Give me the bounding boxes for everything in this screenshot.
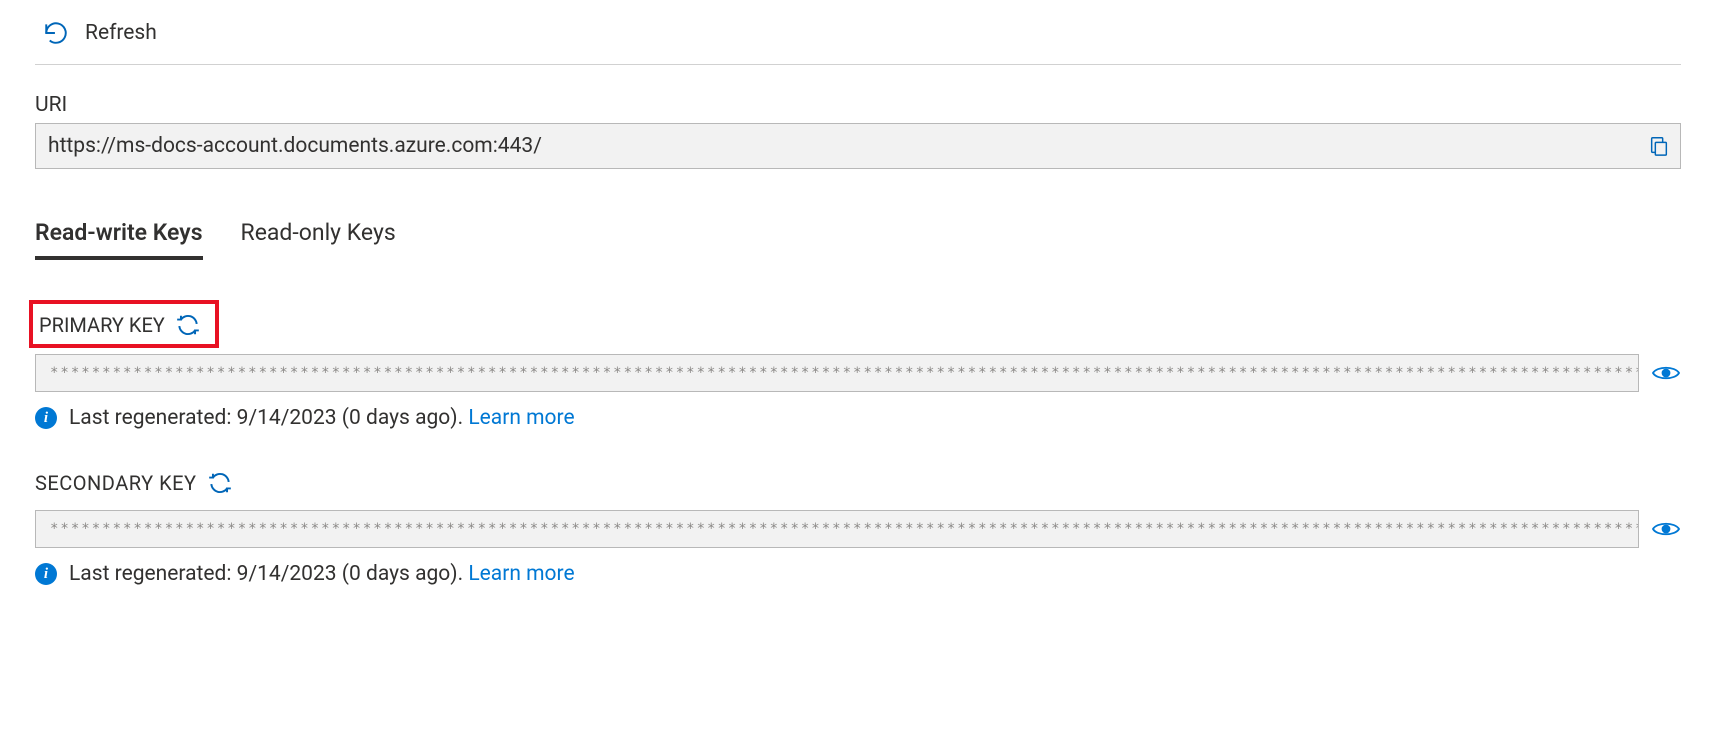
secondary-key-field[interactable]: ****************************************…	[35, 510, 1639, 548]
secondary-learn-more-link[interactable]: Learn more	[468, 562, 574, 586]
secondary-key-section: SECONDARY KEY **************************…	[35, 470, 1681, 586]
secondary-key-header: SECONDARY KEY	[35, 470, 233, 496]
tabs: Read-write Keys Read-only Keys	[35, 219, 1681, 260]
uri-value: https://ms-docs-account.documents.azure.…	[48, 134, 542, 158]
info-icon: i	[35, 563, 57, 585]
primary-learn-more-link[interactable]: Learn more	[468, 406, 574, 430]
primary-info-row: i Last regenerated: 9/14/2023 (0 days ag…	[35, 406, 1681, 430]
primary-key-label: PRIMARY KEY	[39, 313, 165, 337]
tab-read-only-keys[interactable]: Read-only Keys	[241, 219, 396, 260]
refresh-icon	[43, 20, 69, 46]
refresh-label: Refresh	[85, 21, 157, 45]
tab-read-write-keys[interactable]: Read-write Keys	[35, 219, 203, 260]
info-icon: i	[35, 407, 57, 429]
primary-key-field[interactable]: ****************************************…	[35, 354, 1639, 392]
show-secondary-key-icon[interactable]	[1651, 519, 1681, 539]
regenerate-secondary-icon[interactable]	[207, 470, 233, 496]
secondary-info-row: i Last regenerated: 9/14/2023 (0 days ag…	[35, 562, 1681, 586]
uri-label: URI	[35, 93, 1681, 117]
primary-key-field-wrapper: ****************************************…	[35, 354, 1681, 392]
copy-icon[interactable]	[1648, 134, 1670, 158]
regenerate-primary-icon[interactable]	[175, 312, 201, 338]
refresh-button[interactable]: Refresh	[43, 20, 157, 46]
secondary-info-text: Last regenerated: 9/14/2023 (0 days ago)…	[69, 562, 468, 586]
secondary-key-label: SECONDARY KEY	[35, 471, 197, 495]
show-primary-key-icon[interactable]	[1651, 363, 1681, 383]
uri-field-wrapper: https://ms-docs-account.documents.azure.…	[35, 123, 1681, 169]
uri-field[interactable]: https://ms-docs-account.documents.azure.…	[35, 123, 1681, 169]
primary-key-highlight: PRIMARY KEY	[29, 300, 219, 348]
primary-info-text: Last regenerated: 9/14/2023 (0 days ago)…	[69, 406, 468, 430]
primary-key-section: PRIMARY KEY ****************************…	[35, 300, 1681, 430]
toolbar: Refresh	[35, 0, 1681, 65]
secondary-key-field-wrapper: ****************************************…	[35, 510, 1681, 548]
